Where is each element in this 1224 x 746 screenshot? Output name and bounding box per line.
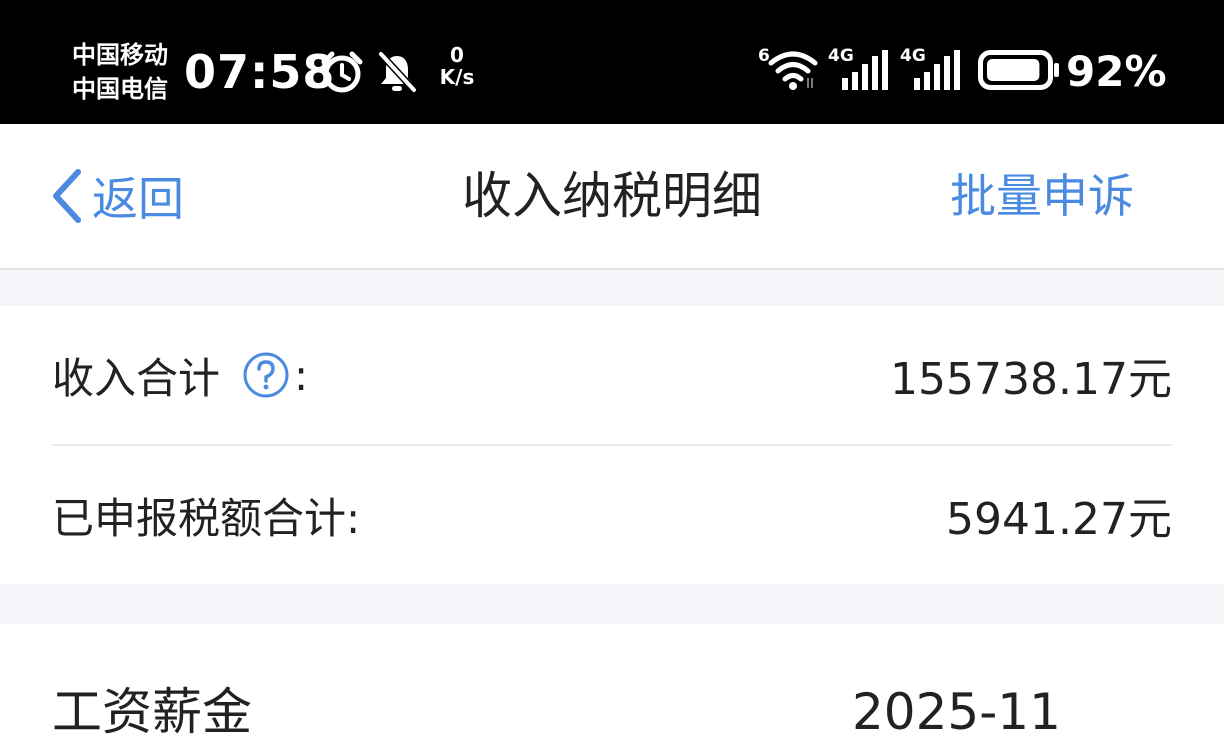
summary-section: 收入合计 : 155738.17元 已申报税额合计: 5941.27元 xyxy=(0,306,1224,584)
back-button[interactable]: 返回 xyxy=(48,164,184,228)
signal-icon xyxy=(842,50,888,90)
wifi-icon xyxy=(768,51,818,90)
list-item[interactable]: 工资薪金 2025-11 xyxy=(0,624,1224,746)
batch-appeal-button[interactable]: 批量申诉 xyxy=(950,164,1134,228)
network-speed: 0 K/s xyxy=(434,44,480,88)
carrier-1: 中国移动 xyxy=(72,41,168,69)
network-speed-value: 0 xyxy=(450,43,464,67)
status-time: 07:58 xyxy=(184,45,336,99)
income-total-label-group: 收入合计 : xyxy=(52,345,308,406)
section-divider xyxy=(0,584,1224,624)
carrier-names: 中国移动 中国电信 xyxy=(72,38,168,106)
tax-total-row: 已申报税额合计: 5941.27元 xyxy=(52,446,1172,584)
chevron-left-icon xyxy=(53,169,81,223)
income-total-row: 收入合计 : 155738.17元 xyxy=(52,306,1172,446)
tax-total-label: 已申报税额合计: xyxy=(52,493,361,543)
battery-icon xyxy=(978,50,1059,90)
nav-bar: 返回 收入纳税明细 批量申诉 xyxy=(0,124,1224,270)
network-speed-unit: K/s xyxy=(439,65,475,89)
signal-icon xyxy=(914,50,960,90)
income-total-label: 收入合计 xyxy=(52,353,221,403)
section-divider xyxy=(0,270,1224,306)
status-bar: 中国移动 中国电信 07:58 0 K/s 6 4G 4G 92% xyxy=(0,0,1224,124)
help-icon[interactable] xyxy=(242,351,290,399)
record-period: 2025-11 xyxy=(852,683,1061,741)
income-total-value: 155738.17元 xyxy=(890,354,1172,405)
battery-percent: 92% xyxy=(1066,47,1167,96)
record-income-type: 工资薪金 xyxy=(52,683,252,741)
tax-total-value: 5941.27元 xyxy=(946,494,1172,545)
bell-muted-icon xyxy=(378,51,417,93)
income-total-colon: : xyxy=(294,350,309,400)
back-button-label: 返回 xyxy=(92,172,184,226)
carrier-2: 中国电信 xyxy=(72,75,168,103)
alarm-icon xyxy=(321,51,363,93)
